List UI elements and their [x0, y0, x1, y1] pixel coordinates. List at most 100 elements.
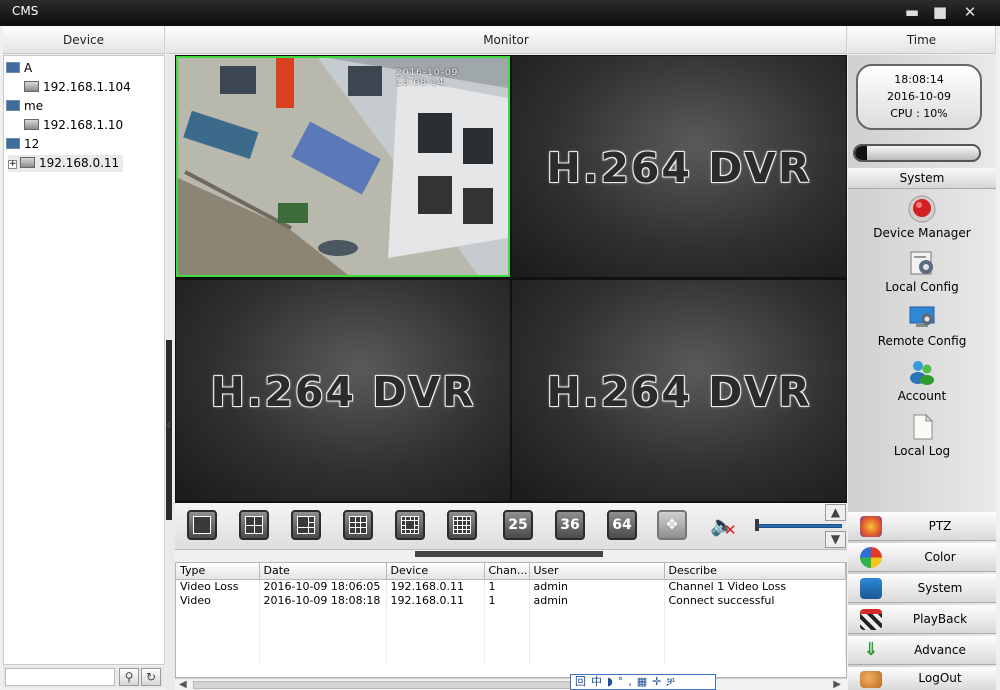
cell-device: 192.168.0.11	[386, 579, 485, 593]
cell-date: 2016-10-09 18:06:05	[259, 579, 387, 593]
playback-nav-button[interactable]: PlayBack	[848, 605, 996, 634]
cell-date: 2016-10-09 18:08:18	[259, 593, 387, 607]
device-tree: A 192.168.1.104 me 192.168.1.10 12 +192.…	[3, 55, 165, 665]
panel-splitter[interactable]: ‹	[166, 55, 175, 690]
cell-user: admin	[529, 579, 665, 593]
refresh-icon[interactable]: ↻	[141, 668, 161, 686]
volume-slider-thumb[interactable]	[755, 519, 759, 531]
tree-node-label: 12	[24, 137, 40, 151]
minimize-button[interactable]: ▬	[902, 3, 922, 21]
system-label: System	[917, 581, 963, 595]
maximize-button[interactable]: ■	[930, 3, 950, 21]
grid-3x3-icon	[349, 516, 367, 534]
advance-nav-button[interactable]: ⇓ Advance	[848, 636, 996, 665]
account-button[interactable]: Account	[848, 358, 996, 410]
clapper-icon	[860, 609, 882, 630]
clock-date: 2016-10-09	[887, 90, 951, 103]
account-label: Account	[897, 389, 947, 403]
local-config-label: Local Config	[885, 280, 959, 294]
log-drawer-handle[interactable]	[415, 551, 603, 557]
tree-group-me[interactable]: me	[6, 98, 43, 115]
remote-config-label: Remote Config	[877, 334, 967, 348]
layout-4-button[interactable]	[239, 510, 269, 540]
local-config-icon	[910, 251, 933, 275]
log-horizontal-scrollbar[interactable]: ◀ ▶	[175, 678, 847, 690]
video-cell-4[interactable]: H.264 DVR	[512, 280, 846, 501]
cpu-usage-fill	[855, 146, 868, 160]
right-panel: 18:08:14 2016-10-09 CPU : 10% System Dev…	[848, 55, 996, 690]
tree-group-a[interactable]: A	[6, 60, 32, 77]
video-cell-3[interactable]: H.264 DVR	[176, 280, 510, 501]
fullscreen-button[interactable]: ✥	[657, 510, 687, 540]
color-wheel-icon	[860, 547, 882, 568]
logout-nav-button[interactable]: LogOut	[848, 667, 996, 690]
device-manager-button[interactable]: Device Manager	[848, 195, 996, 247]
close-button[interactable]: ✕	[960, 3, 980, 21]
scroll-down-button[interactable]: ▼	[825, 531, 846, 548]
layout-25-button[interactable]: 25	[503, 510, 533, 540]
device-manager-label: Device Manager	[873, 226, 971, 240]
layout-1-button[interactable]	[187, 510, 217, 540]
no-video-placeholder: H.264 DVR	[546, 368, 812, 416]
layout-64-button[interactable]: 64	[607, 510, 637, 540]
column-header-date[interactable]: Date	[259, 563, 387, 580]
collapse-arrow-icon[interactable]: ‹	[166, 417, 172, 433]
mute-speaker-icon[interactable]: 🔈 ✕	[710, 513, 738, 539]
column-header-channel[interactable]: Chan...	[484, 563, 530, 580]
layout-13-button[interactable]	[395, 510, 425, 540]
tree-node-label: 192.168.1.10	[43, 118, 124, 132]
time-column-header: Time	[848, 26, 996, 54]
tree-node-label: me	[24, 99, 44, 113]
search-icon[interactable]: ⚲	[119, 668, 139, 686]
scroll-right-icon[interactable]: ▶	[833, 679, 841, 690]
column-header-describe[interactable]: Describe	[664, 563, 846, 580]
playback-label: PlayBack	[912, 612, 968, 626]
tree-device-192-168-1-10[interactable]: 192.168.1.10	[24, 117, 123, 134]
cell-channel: 1	[484, 593, 530, 607]
layout-6-button[interactable]	[291, 510, 321, 540]
scroll-left-icon[interactable]: ◀	[179, 679, 187, 690]
color-nav-button[interactable]: Color	[848, 543, 996, 572]
tree-group-12[interactable]: 12	[6, 136, 39, 153]
device-search-input[interactable]	[5, 668, 115, 686]
local-log-button[interactable]: Local Log	[848, 413, 996, 465]
tree-device-192-168-0-11[interactable]: +192.168.0.11	[8, 155, 124, 172]
account-icon	[910, 361, 934, 385]
grid-1x1-icon	[193, 516, 211, 534]
cell-user: admin	[529, 593, 665, 607]
clock-time: 18:08:14	[894, 73, 944, 86]
system-icon	[860, 578, 882, 599]
grid-4x4-icon	[453, 516, 471, 534]
tree-device-192-168-1-104[interactable]: 192.168.1.104	[24, 79, 131, 96]
local-log-label: Local Log	[893, 444, 951, 458]
scroll-up-button[interactable]: ▲	[825, 504, 846, 521]
local-config-button[interactable]: Local Config	[848, 249, 996, 301]
system-nav-button[interactable]: System	[848, 574, 996, 603]
volume-slider[interactable]	[757, 524, 842, 528]
osd-timestamp: 2016-10-09 18:08:14	[396, 68, 459, 88]
remote-config-button[interactable]: Remote Config	[848, 303, 996, 355]
ptz-nav-button[interactable]: PTZ	[848, 512, 996, 541]
remote-config-icon	[909, 306, 935, 327]
grid-6-icon	[297, 516, 315, 534]
table-row[interactable]: Video Loss 2016-10-09 18:06:05 192.168.0…	[176, 579, 846, 593]
video-cell-2[interactable]: H.264 DVR	[512, 56, 846, 277]
expand-icon[interactable]: +	[8, 160, 17, 169]
layout-36-button[interactable]: 36	[555, 510, 585, 540]
ptz-label: PTZ	[928, 519, 952, 533]
layout-9-button[interactable]	[343, 510, 373, 540]
tree-node-label: 192.168.0.11	[39, 156, 120, 170]
table-header-row: Type Date Device Chan... User Describe	[176, 563, 846, 580]
column-header-type[interactable]: Type	[176, 563, 260, 580]
column-header-user[interactable]: User	[529, 563, 665, 580]
video-cell-1[interactable]: 2016-10-09 18:08:14	[176, 56, 510, 277]
grid-2x2-icon	[245, 516, 263, 534]
red-record-icon	[908, 195, 936, 223]
scrollbar-thumb[interactable]	[193, 681, 573, 689]
grid-13-icon	[401, 516, 419, 534]
table-row[interactable]: Video 2016-10-09 18:08:18 192.168.0.11 1…	[176, 593, 846, 607]
cell-device: 192.168.0.11	[386, 593, 485, 607]
ime-toolbar[interactable]: 回中◗°,▦✛ቻ	[570, 674, 716, 690]
layout-16-button[interactable]	[447, 510, 477, 540]
column-header-device[interactable]: Device	[386, 563, 485, 580]
